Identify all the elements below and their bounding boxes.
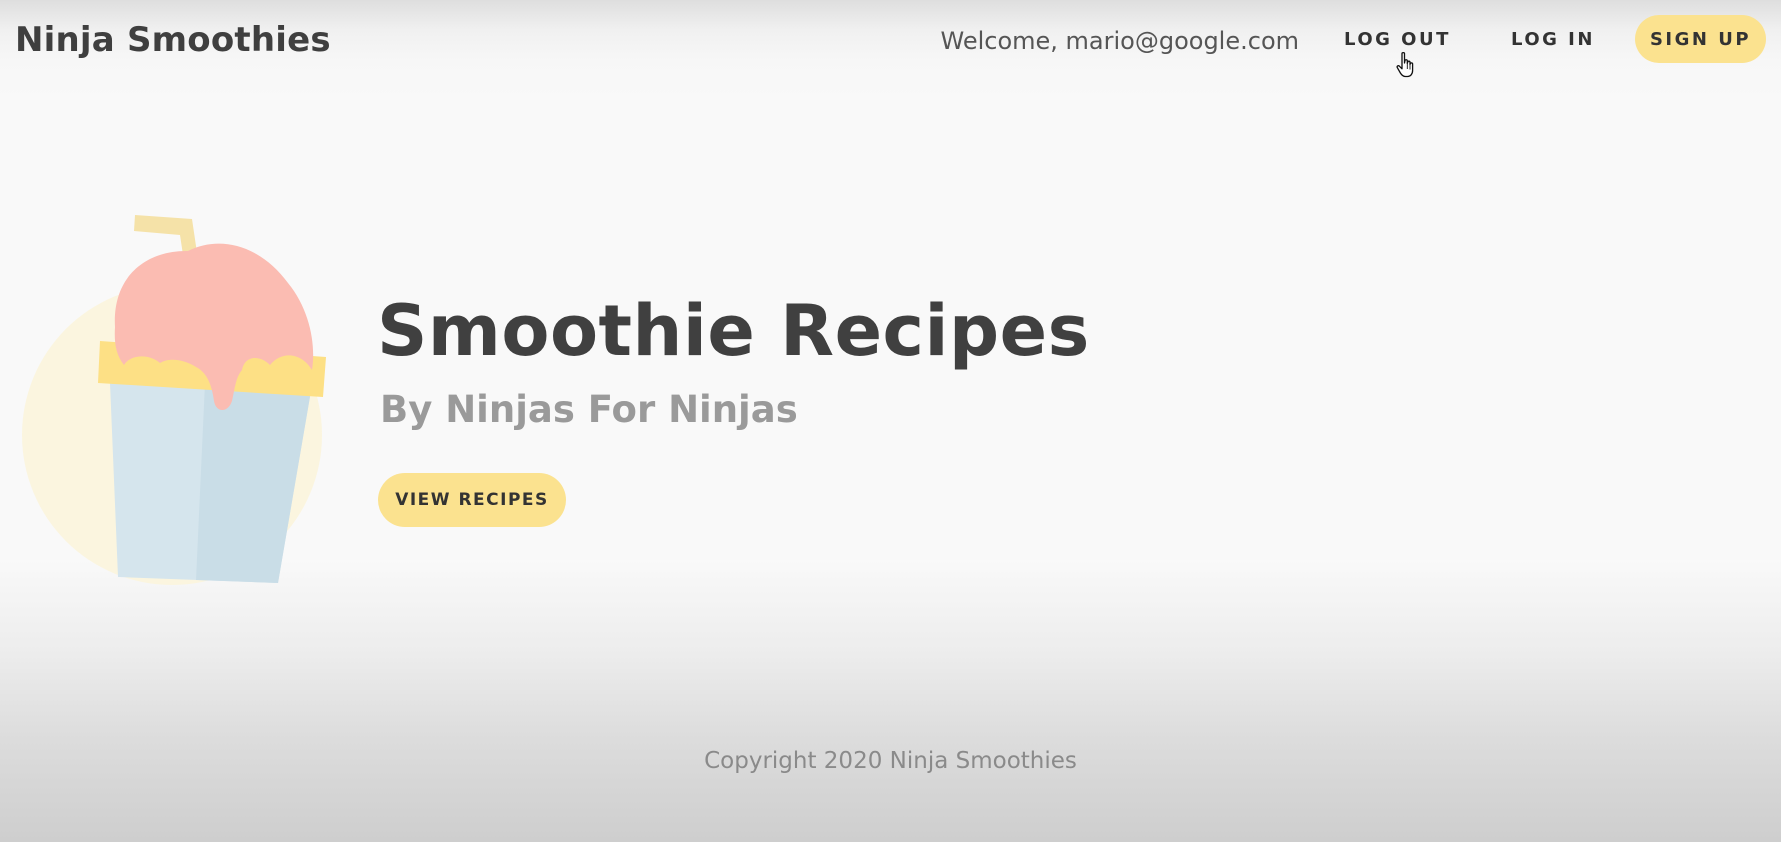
hero-title: Smoothie Recipes: [377, 290, 1090, 372]
login-link[interactable]: LOG IN: [1511, 29, 1595, 50]
brand-logo[interactable]: Ninja Smoothies: [15, 20, 331, 60]
hero-subtitle: By Ninjas For Ninjas: [380, 388, 798, 431]
logout-link[interactable]: LOG OUT: [1344, 29, 1451, 50]
welcome-message: Welcome, mario@google.com: [940, 27, 1300, 55]
pointer-hand-icon: [1396, 51, 1414, 78]
signup-button[interactable]: SIGN UP: [1635, 15, 1766, 63]
footer-copyright: Copyright 2020 Ninja Smoothies: [704, 748, 1077, 774]
smoothie-cup-icon: [22, 215, 326, 585]
view-recipes-button[interactable]: VIEW RECIPES: [378, 473, 566, 527]
